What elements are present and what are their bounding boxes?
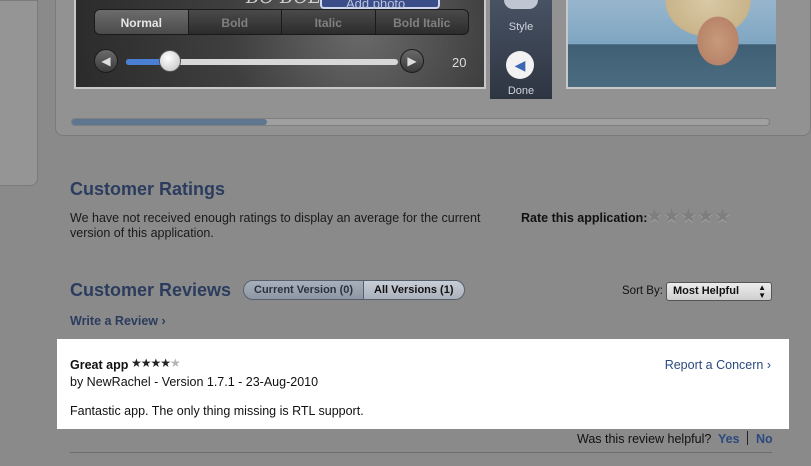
portrait-photo	[568, 0, 776, 87]
review-title: Great app	[70, 358, 129, 372]
screenshots-panel: BO BOLD Add photo Normal Bold Italic Bol…	[55, 0, 811, 136]
app-screenshot-1[interactable]: BO BOLD Add photo Normal Bold Italic Bol…	[74, 0, 486, 89]
ratings-message: We have not received enough ratings to d…	[70, 211, 481, 240]
screenshot-toolbar: Style ◀ Done	[490, 0, 552, 99]
sort-by-label: Sort By:	[622, 285, 663, 297]
review-stars-empty: ★	[170, 356, 181, 370]
divider	[70, 452, 772, 453]
review-body: Fantastic app. The only thing missing is…	[70, 404, 364, 418]
review-meta: by NewRachel - Version 1.7.1 - 23-Aug-20…	[70, 375, 319, 389]
write-review-link[interactable]: Write a Review ›	[70, 314, 166, 328]
rate-stars-input[interactable]: ★★★★★	[646, 205, 731, 228]
font-style-italic: Italic	[281, 10, 375, 34]
tab-current-version[interactable]: Current Version (0)	[244, 281, 364, 299]
sort-by-value: Most Helpful	[673, 285, 739, 297]
done-label: Done	[507, 85, 535, 97]
font-size-value: 20	[452, 55, 467, 70]
font-style-bold-italic: Bold Italic	[374, 10, 469, 34]
select-arrows-icon: ▲ ▼	[758, 283, 766, 300]
customer-ratings-heading: Customer Ratings	[70, 179, 226, 199]
helpful-question: Was this review helpful?	[577, 432, 712, 446]
review-star-rating: ★★★★★	[131, 356, 181, 370]
scrollbar-thumb[interactable]	[72, 119, 267, 125]
font-style-bold: Bold	[187, 10, 282, 34]
sidebar-panel	[0, 0, 38, 186]
speech-bubble-icon	[504, 0, 538, 9]
screenshots-scrollbar[interactable]	[71, 118, 770, 126]
font-style-segmented-control: Normal Bold Italic Bold Italic	[94, 9, 469, 35]
back-arrow-icon: ◀	[506, 51, 534, 79]
style-label: Style	[508, 21, 534, 33]
divider	[747, 431, 748, 445]
helpful-yes-link[interactable]: Yes	[718, 432, 740, 446]
customer-reviews-heading: Customer Reviews	[70, 280, 232, 300]
review-stars-filled: ★★★★	[131, 356, 171, 370]
chevron-right-icon: ▶	[400, 49, 424, 73]
tab-all-versions[interactable]: All Versions (1)	[363, 281, 464, 299]
helpful-no-link[interactable]: No	[756, 432, 773, 446]
sort-by-select[interactable]: Most Helpful ▲ ▼	[666, 282, 772, 301]
version-toggle: Current Version (0) All Versions (1)	[243, 280, 465, 300]
font-size-slider-thumb	[159, 50, 181, 72]
review-card: Great app ★★★★★ Report a Concern › by Ne…	[57, 339, 789, 429]
chevron-left-icon: ◀	[94, 49, 118, 73]
report-concern-link[interactable]: Report a Concern ›	[665, 358, 771, 372]
app-screenshot-2[interactable]	[566, 0, 776, 89]
rate-application-label: Rate this application:	[521, 211, 648, 225]
add-photo-button: Add photo	[320, 0, 440, 11]
font-style-normal: Normal	[95, 10, 188, 34]
